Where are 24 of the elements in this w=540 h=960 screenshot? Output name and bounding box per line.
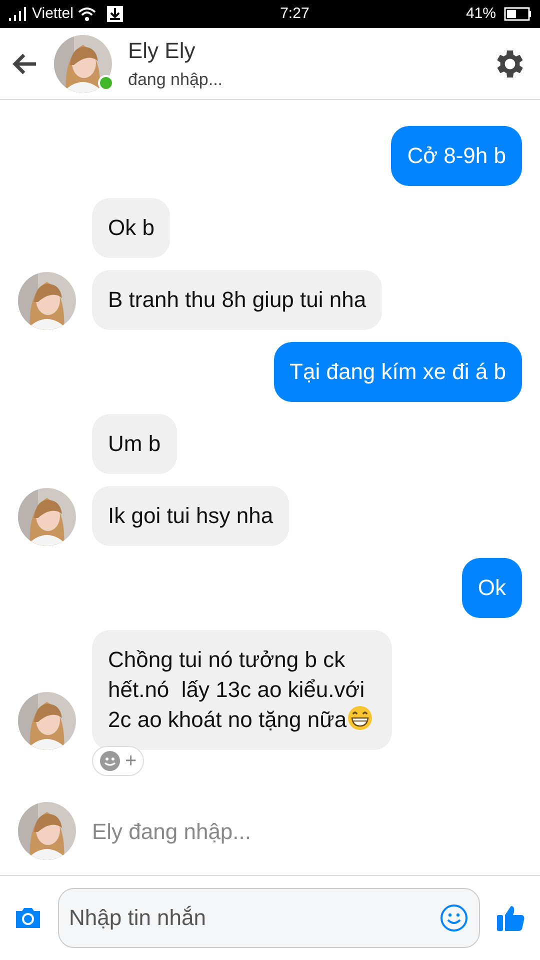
clock-time: 7:27 (280, 4, 310, 22)
contact-name: Ely Ely (128, 37, 196, 66)
received-message: Ok b (92, 198, 170, 258)
download-icon (107, 6, 124, 22)
wifi-icon (77, 6, 98, 22)
typing-indicator: Ely đang nhập... (92, 818, 252, 846)
sent-message: Ok (462, 558, 522, 618)
signal-icon (8, 7, 28, 21)
back-arrow-icon[interactable] (12, 52, 38, 74)
camera-icon[interactable] (14, 906, 42, 930)
sent-message: Tại đang kím xe đi á b (274, 342, 522, 402)
smiley-icon (99, 750, 121, 772)
battery-percent: 41% (466, 4, 496, 24)
received-message: B tranh thu 8h giup tui nha (92, 270, 382, 330)
add-reaction-button[interactable]: + (92, 746, 144, 776)
message-input[interactable]: Nhập tin nhắn (58, 888, 480, 948)
thumbs-up-icon[interactable] (496, 904, 526, 932)
smiley-icon[interactable] (440, 904, 468, 932)
sent-message: Cở 8-9h b (391, 126, 522, 186)
contact-status: đang nhập... (128, 69, 224, 92)
received-message: Ik goi tui hsy nha (92, 486, 290, 546)
received-message: Um b (92, 414, 177, 474)
carrier-name: Viettel (32, 4, 74, 24)
battery-icon (504, 7, 532, 21)
